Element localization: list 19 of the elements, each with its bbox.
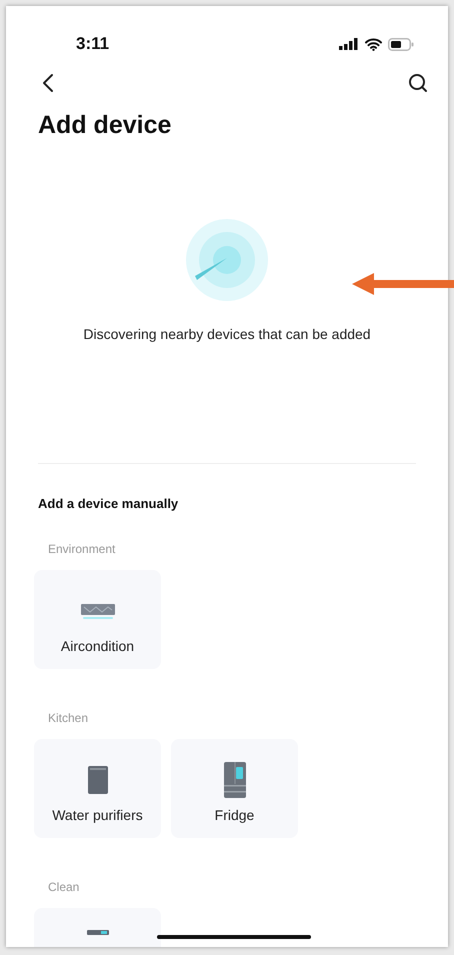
- aircon-icon: [80, 602, 116, 620]
- page-title: Add device: [37, 110, 172, 140]
- search-button[interactable]: [406, 71, 430, 95]
- device-card[interactable]: Water purifiers: [34, 738, 161, 838]
- battery-icon: [388, 38, 414, 50]
- category-label: Clean: [47, 878, 80, 896]
- device-card[interactable]: Fridge: [171, 738, 298, 838]
- section-heading: Add a device manually: [37, 495, 180, 513]
- wifi-icon: [365, 38, 382, 50]
- category-label: Environment: [47, 540, 116, 558]
- fridge-icon: [222, 760, 246, 798]
- status-time: 3:11: [76, 33, 110, 56]
- purifier-icon: [86, 764, 108, 794]
- radar-icon: [185, 218, 269, 302]
- device-card[interactable]: Aircondition: [34, 570, 161, 668]
- category-label: Kitchen: [47, 710, 90, 726]
- cleaner-icon: [86, 930, 108, 934]
- discovery-message: Discovering nearby devices that can be added: [83, 325, 371, 344]
- signal-icon: [339, 38, 359, 50]
